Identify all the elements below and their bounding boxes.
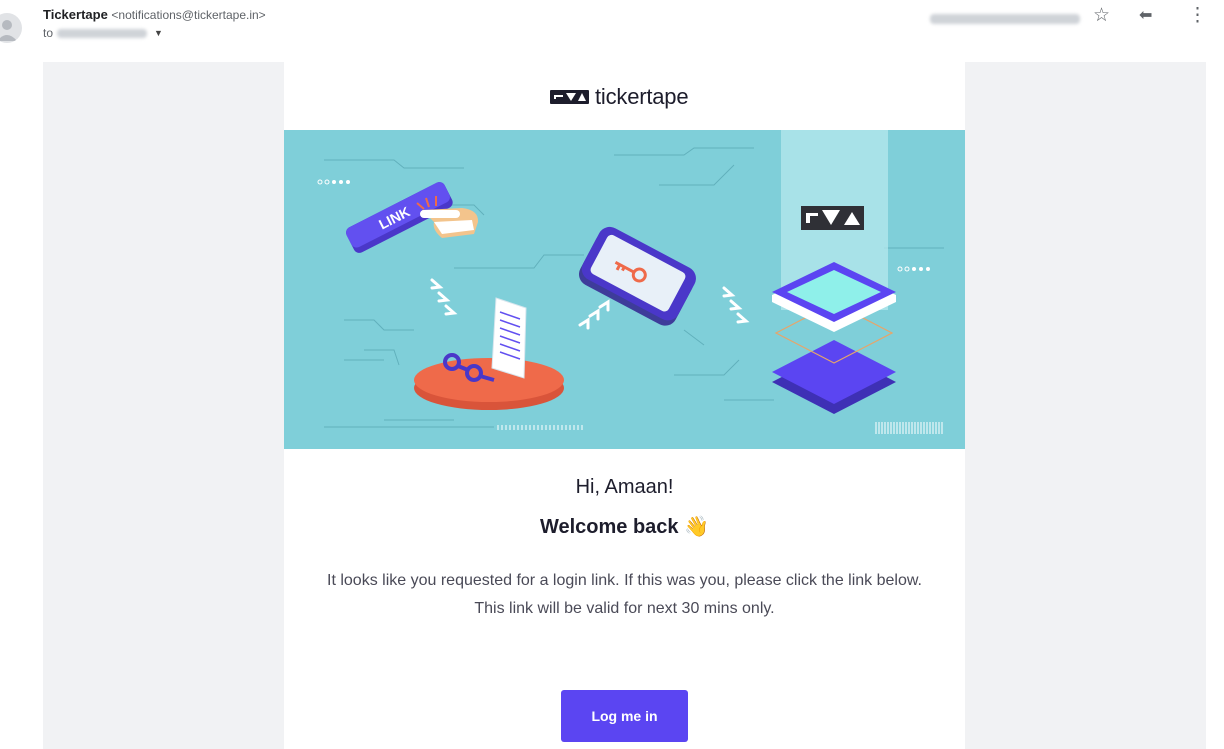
log-me-in-button[interactable]: Log me in bbox=[561, 690, 688, 742]
secure-stack-illustration bbox=[772, 130, 896, 414]
message-body: It looks like you requested for a login … bbox=[314, 567, 935, 623]
brand-name: tickertape bbox=[595, 84, 689, 109]
welcome-heading: Welcome back 👋 bbox=[539, 516, 710, 538]
more-options-icon[interactable]: ⋮ bbox=[1188, 4, 1207, 28]
person-avatar-icon bbox=[0, 20, 17, 41]
to-label: to bbox=[43, 26, 54, 40]
recipient-details-caret-icon[interactable]: ▼ bbox=[154, 28, 163, 38]
hero-illustration: LINK bbox=[284, 130, 965, 449]
tickertape-logo-icon bbox=[550, 90, 589, 104]
sender-name[interactable]: Tickertape bbox=[43, 7, 108, 22]
email-body-background: tickertape LINK Hi, Amaan! Welcome back … bbox=[43, 62, 1206, 749]
recipient-line: to ▼ bbox=[43, 26, 163, 40]
message-line-1: It looks like you requested for a login … bbox=[327, 572, 922, 589]
brand-logo: tickertape bbox=[550, 84, 689, 110]
email-date-redacted bbox=[930, 11, 1080, 29]
greeting-text: Hi, Amaan! bbox=[575, 476, 674, 498]
email-card: tickertape LINK Hi, Amaan! Welcome back … bbox=[284, 62, 965, 749]
message-line-2: This link will be valid for next 30 mins… bbox=[474, 600, 775, 617]
sender-info: Tickertape <notifications@tickertape.in> bbox=[43, 7, 266, 22]
recipient-redacted bbox=[57, 28, 148, 38]
star-icon[interactable]: ☆ bbox=[1093, 4, 1110, 28]
sender-avatar[interactable] bbox=[0, 13, 22, 43]
reply-icon[interactable]: ⬅ bbox=[1139, 4, 1152, 28]
email-header: Tickertape <notifications@tickertape.in>… bbox=[0, 0, 1224, 62]
sender-email: <notifications@tickertape.in> bbox=[111, 8, 266, 22]
